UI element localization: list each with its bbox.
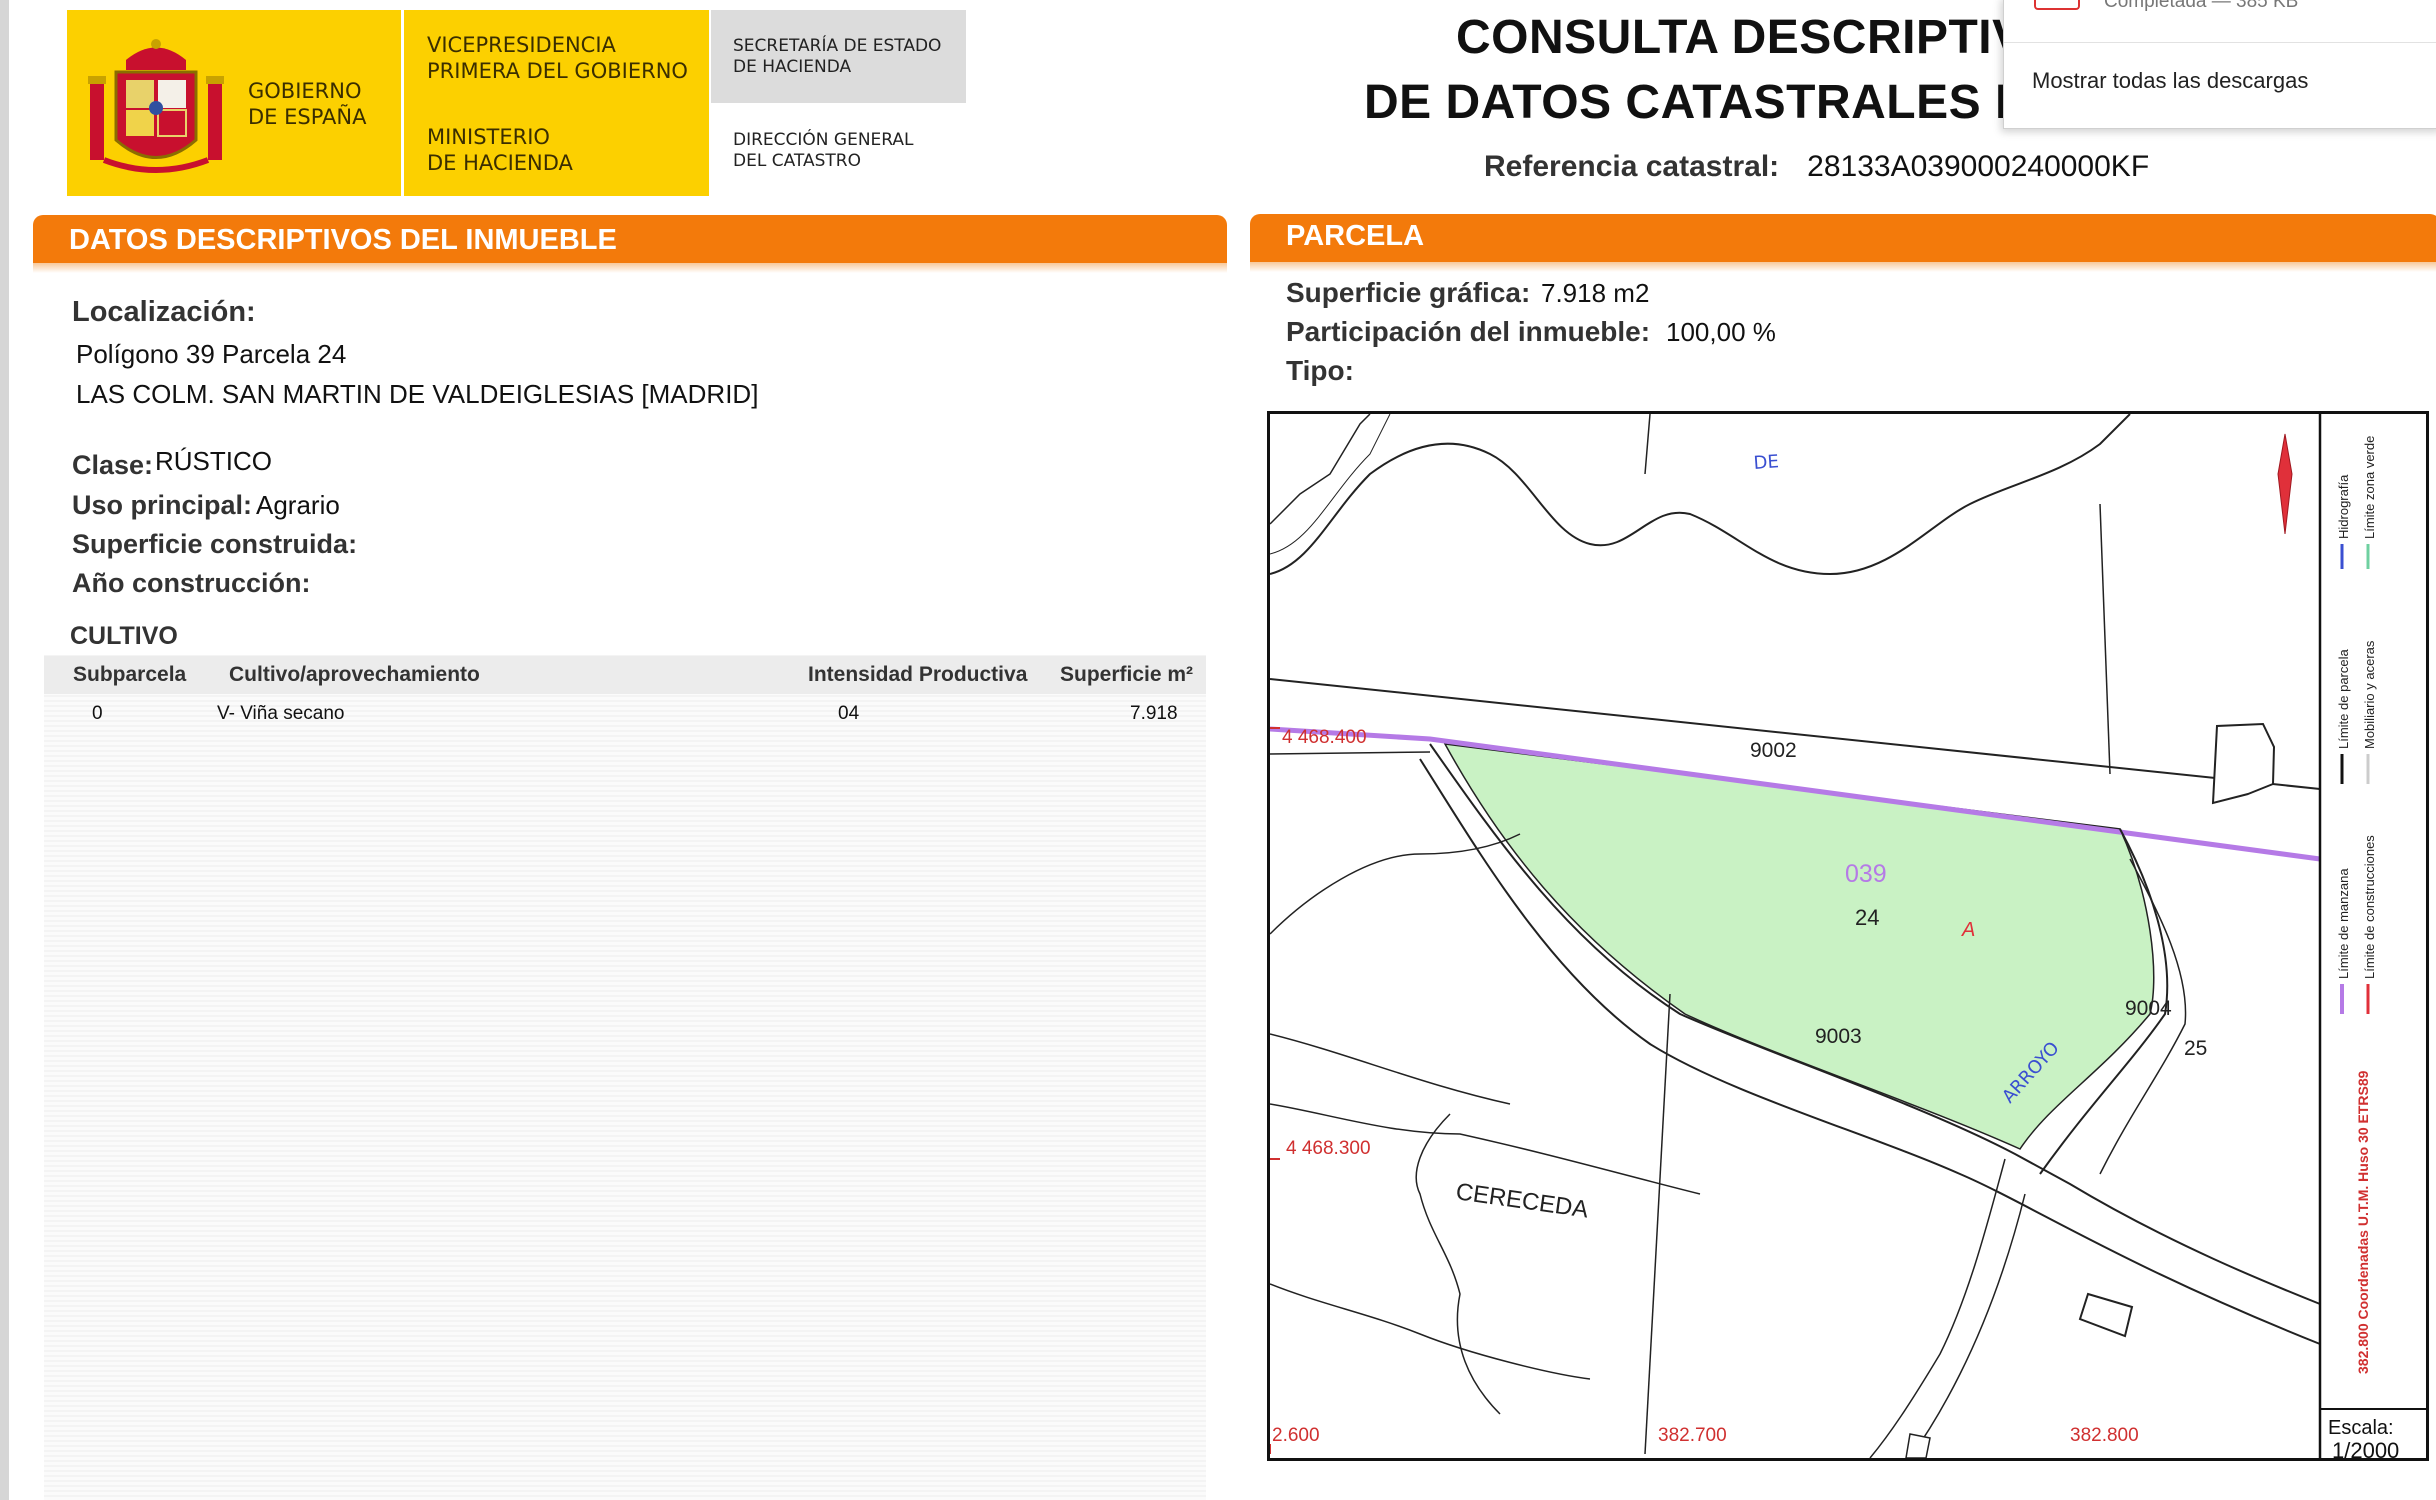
legend-zona-verde: Límite zona verde xyxy=(2362,436,2377,539)
map-label-9002: 9002 xyxy=(1750,739,1797,762)
cell-cultivo: V- Viña secano xyxy=(217,703,345,724)
map-label-de: DE xyxy=(1753,451,1780,474)
map-label-24: 24 xyxy=(1855,905,1879,930)
legend-manzana: Límite de manzana xyxy=(2336,868,2351,979)
map-drawing: DE 9002 039 24 A 9003 9004 25 ARROYO CER… xyxy=(1270,414,2426,1458)
cultivo-table xyxy=(44,655,1206,1500)
gobierno-line1: GOBIERNO xyxy=(248,79,362,103)
direccion-line2: DEL CATASTRO xyxy=(733,151,861,172)
vicepresidencia-text: VICEPRESIDENCIA PRIMERA DEL GOBIERNO xyxy=(427,32,697,85)
gobierno-line2: DE ESPAÑA xyxy=(248,105,367,130)
legend-coordenadas: 382.800 Coordenadas U.T.M. Huso 30 ETRS8… xyxy=(2355,1070,2371,1374)
map-line xyxy=(1644,414,1651,475)
downloads-divider xyxy=(2004,42,2436,43)
map-line xyxy=(1270,1033,1511,1105)
ministerio-line2: DE HACIENDA xyxy=(427,151,573,176)
map-line xyxy=(1270,414,1371,525)
secretaria-line2: DE HACIENDA xyxy=(733,57,852,78)
coat-of-arms-icon xyxy=(88,39,224,173)
superficie-grafica-value: 7.918 m2 xyxy=(1541,278,1650,308)
secretaria-text: SECRETARÍA DE ESTADO DE HACIENDA xyxy=(733,36,963,79)
building-outline xyxy=(1905,1433,1931,1458)
legend-construcciones: Límite de construcciones xyxy=(2362,835,2377,979)
map-line xyxy=(1270,751,1431,755)
map-label-y-bottom: 4 468.300 xyxy=(1286,1138,1371,1159)
escala-label: Escala: xyxy=(2328,1417,2394,1439)
localizacion-line2: LAS COLM. SAN MARTIN DE VALDEIGLESIAS [M… xyxy=(76,379,759,409)
clase-label: Clase: xyxy=(72,450,154,480)
tipo-label: Tipo: xyxy=(1286,355,1354,386)
col-cultivo: Cultivo/aprovechamiento xyxy=(229,663,480,686)
cultivo-table-header xyxy=(44,656,1206,694)
cadastral-map: DE 9002 039 24 A 9003 9004 25 ARROYO CER… xyxy=(1267,411,2429,1461)
inmueble-header-shadow xyxy=(33,263,1227,273)
inmueble-section-header: DATOS DESCRIPTIVOS DEL INMUEBLE xyxy=(33,215,1227,263)
map-line xyxy=(1415,1113,1501,1415)
participacion-label: Participación del inmueble: xyxy=(1286,316,1651,347)
legend-mobiliario: Mobiliario y aceras xyxy=(2362,640,2377,749)
parcela-section-header: PARCELA xyxy=(1250,214,2436,262)
vicepresidencia-line2: PRIMERA DEL GOBIERNO xyxy=(427,59,688,84)
col-superficie: Superficie m² xyxy=(1060,663,1194,686)
window-left-edge xyxy=(0,0,9,1500)
map-label-9004: 9004 xyxy=(2125,997,2172,1020)
referencia-label: Referencia catastral: xyxy=(1484,150,1780,183)
localizacion-line1: Polígono 39 Parcela 24 xyxy=(76,339,347,369)
map-label-cereceda: CERECEDA xyxy=(1454,1178,1590,1223)
map-line xyxy=(1270,833,1521,935)
localizacion-label: Localización: xyxy=(72,296,256,328)
anio-construccion-label: Año construcción: xyxy=(72,568,311,598)
map-line xyxy=(1270,414,2131,576)
north-arrow-icon xyxy=(2277,433,2293,535)
referencia-value: 28133A039000240000KF xyxy=(1807,150,2150,183)
vicepresidencia-line1: VICEPRESIDENCIA xyxy=(427,33,616,57)
building-outline xyxy=(2211,722,2276,805)
cultivo-title: CULTIVO xyxy=(70,622,178,650)
superficie-grafica-label: Superficie gráfica: xyxy=(1286,277,1531,308)
map-label-25: 25 xyxy=(2184,1037,2207,1060)
map-label-x-right: 382.800 xyxy=(2070,1425,2139,1446)
map-label-x-left: 2.600 xyxy=(1272,1425,1320,1446)
map-label-039: 039 xyxy=(1845,860,1887,888)
map-label-y-top: 4 468.400 xyxy=(1282,727,1367,748)
cell-intensidad: 04 xyxy=(838,703,860,724)
parcel-polygon xyxy=(1443,743,2155,1150)
map-label-9003: 9003 xyxy=(1815,1025,1862,1048)
uso-principal-value: Agrario xyxy=(256,490,340,520)
map-line xyxy=(2099,503,2111,775)
page-title-line2: DE DATOS CATASTRALES DE E xyxy=(1364,76,2109,129)
direccion-line1: DIRECCIÓN GENERAL xyxy=(733,130,914,150)
building-outline xyxy=(2078,1292,2134,1338)
uso-principal-label: Uso principal: xyxy=(72,490,253,520)
cell-subparcela: 0 xyxy=(92,703,103,724)
map-line xyxy=(1270,1283,1591,1380)
superficie-construida-label: Superficie construida: xyxy=(72,529,358,559)
referencia-catastral: Referencia catastral: 28133A039000240000K… xyxy=(1484,150,2149,184)
col-intensidad: Intensidad Productiva xyxy=(808,663,1028,686)
map-line xyxy=(1869,1158,2006,1458)
parcela-header-shadow xyxy=(1250,262,2436,272)
map-line xyxy=(1909,1193,2026,1458)
col-subparcela: Subparcela xyxy=(73,663,187,686)
page-title-line1: CONSULTA DESCRIPTIVA xyxy=(1456,11,2057,64)
legend-parcela: Límite de parcela xyxy=(2336,649,2351,749)
map-line xyxy=(1644,993,1671,1455)
legend-hidrografia: Hidrografía xyxy=(2336,474,2351,539)
ministerio-line1: MINISTERIO xyxy=(427,125,550,149)
download-status: Completada — 385 KB xyxy=(2104,0,2299,12)
map-label-x-mid: 382.700 xyxy=(1658,1425,1727,1446)
ministerio-text: MINISTERIO DE HACIENDA xyxy=(427,124,627,177)
gobierno-text: GOBIERNO DE ESPAÑA xyxy=(248,78,398,131)
pdf-file-icon xyxy=(2034,0,2080,10)
direccion-catastro-text: DIRECCIÓN GENERAL DEL CATASTRO xyxy=(733,130,963,173)
downloads-popup: Completada — 385 KB Mostrar todas las de… xyxy=(2003,0,2436,129)
map-line xyxy=(1270,414,1391,555)
secretaria-line1: SECRETARÍA DE ESTADO xyxy=(733,36,942,56)
map-label-a: A xyxy=(1961,919,1975,941)
show-all-downloads-link[interactable]: Mostrar todas las descargas xyxy=(2032,68,2308,94)
escala-value: 1/2000 xyxy=(2332,1438,2399,1458)
clase-value: RÚSTICO xyxy=(155,446,272,476)
participacion-value: 100,00 % xyxy=(1666,317,1776,347)
cell-superficie: 7.918 xyxy=(1130,703,1178,724)
